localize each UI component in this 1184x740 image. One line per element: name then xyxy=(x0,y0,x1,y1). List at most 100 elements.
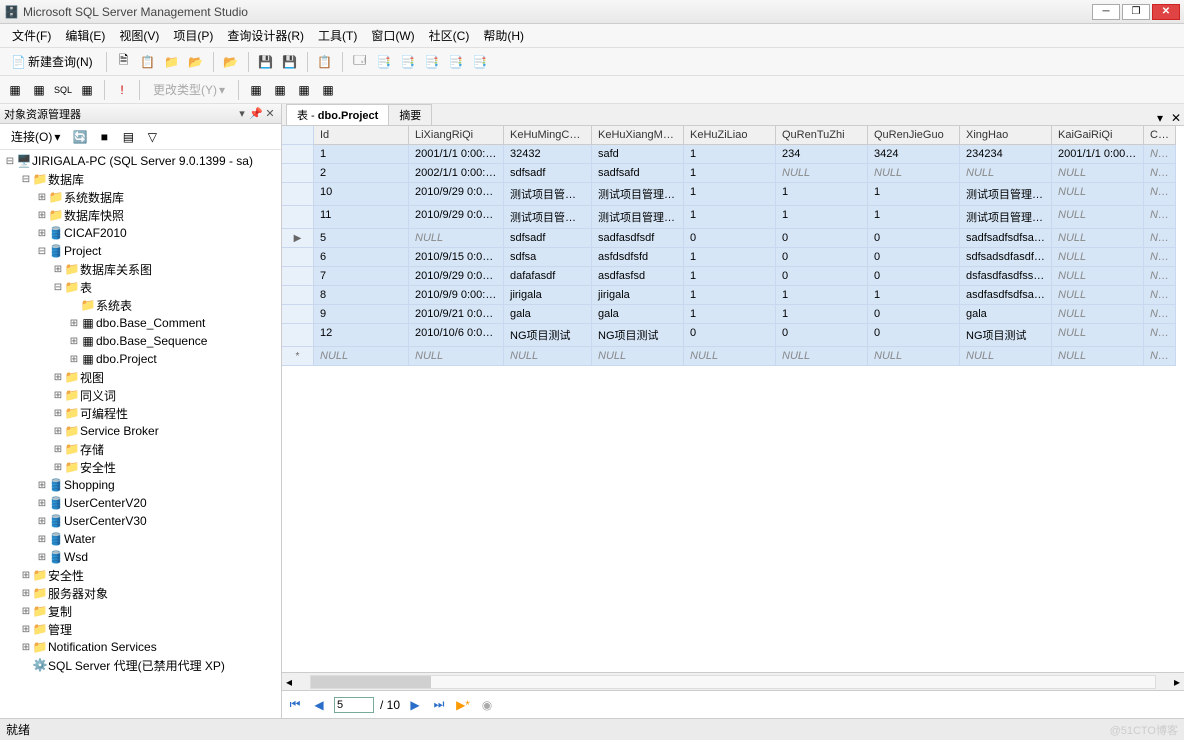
data-cell[interactable]: 2 xyxy=(314,164,409,183)
data-cell[interactable]: 1 xyxy=(684,145,776,164)
column-header[interactable]: KeHuMingCheng xyxy=(504,126,592,145)
toolbar-icon[interactable]: ▦ xyxy=(4,79,26,101)
data-cell[interactable]: NULL xyxy=(1052,347,1144,366)
expand-icon[interactable]: ⊟ xyxy=(52,282,64,293)
db-diagrams[interactable]: ⊞📁数据库关系图 xyxy=(0,260,281,278)
data-cell[interactable]: jirigala xyxy=(592,286,684,305)
data-cell[interactable]: 2001/1/1 0:00:00 xyxy=(1052,145,1144,164)
expand-icon[interactable]: ⊞ xyxy=(52,372,64,383)
management-node[interactable]: ⊞📁管理 xyxy=(0,620,281,638)
row-selector[interactable] xyxy=(282,286,314,305)
tab-table[interactable]: 表 - dbo.Project xyxy=(286,104,389,125)
db-cicaf[interactable]: ⊞🛢️CICAF2010 xyxy=(0,224,281,242)
data-cell[interactable]: 1 xyxy=(684,164,776,183)
data-cell[interactable]: NULL xyxy=(1144,324,1176,347)
data-cell[interactable]: NULL xyxy=(409,229,504,248)
data-cell[interactable]: 测试项目管理01y xyxy=(592,183,684,206)
data-cell[interactable]: 1 xyxy=(684,305,776,324)
row-selector[interactable] xyxy=(282,305,314,324)
data-cell[interactable]: NULL xyxy=(1052,248,1144,267)
column-header[interactable]: KaiGaiRiQi xyxy=(1052,126,1144,145)
data-cell[interactable]: sdfsadf xyxy=(504,229,592,248)
db-wsd[interactable]: ⊞🛢️Wsd xyxy=(0,548,281,566)
refresh-icon[interactable]: 🔄 xyxy=(69,126,91,148)
expand-icon[interactable]: ⊞ xyxy=(36,498,48,509)
pin-icon[interactable]: 📌 xyxy=(249,107,263,120)
expand-icon[interactable]: ⊞ xyxy=(36,534,48,545)
filter-icon[interactable]: ▤ xyxy=(117,126,139,148)
last-record-icon[interactable]: ⏭ xyxy=(430,696,448,714)
table-row[interactable]: 72010/9/29 0:00:00dafafasdfasdfasfsd100d… xyxy=(282,267,1184,286)
db-security[interactable]: ⊞📁安全性 xyxy=(0,458,281,476)
tab-dropdown-icon[interactable]: ▾ xyxy=(1152,111,1168,125)
data-cell[interactable]: NULL xyxy=(1052,164,1144,183)
expand-icon[interactable]: ⊞ xyxy=(36,228,48,239)
column-header[interactable]: ChuY xyxy=(1144,126,1176,145)
data-cell[interactable]: 3424 xyxy=(868,145,960,164)
data-cell[interactable]: NULL xyxy=(1052,324,1144,347)
expand-icon[interactable]: ⊞ xyxy=(20,606,32,617)
data-cell[interactable]: 11 xyxy=(314,206,409,229)
db-tables[interactable]: ⊟📁表 xyxy=(0,278,281,296)
system-databases[interactable]: ⊞📁系统数据库 xyxy=(0,188,281,206)
data-cell[interactable]: 2010/10/6 0:00:00 xyxy=(409,324,504,347)
security-node[interactable]: ⊞📁安全性 xyxy=(0,566,281,584)
data-cell[interactable]: 2001/1/1 0:00:00 xyxy=(409,145,504,164)
data-cell[interactable]: NG项目测试 xyxy=(504,324,592,347)
data-cell[interactable]: 32432 xyxy=(504,145,592,164)
data-cell[interactable]: 测试项目管理0... xyxy=(504,206,592,229)
data-cell[interactable]: 9 xyxy=(314,305,409,324)
scroll-right-icon[interactable]: ▸ xyxy=(1170,675,1184,689)
row-selector[interactable]: ▶ xyxy=(282,229,314,248)
stop-icon[interactable]: ◉ xyxy=(478,696,496,714)
dropdown-icon[interactable]: ▾ xyxy=(235,107,249,120)
data-cell[interactable]: NULL xyxy=(1144,267,1176,286)
data-cell[interactable]: NULL xyxy=(1144,305,1176,324)
toolbar-icon[interactable]: 📁 xyxy=(161,51,183,73)
row-selector[interactable] xyxy=(282,267,314,286)
data-cell[interactable]: NULL xyxy=(1144,229,1176,248)
menu-edit[interactable]: 编辑(E) xyxy=(59,25,111,46)
data-cell[interactable]: NULL xyxy=(868,164,960,183)
data-grid[interactable]: IdLiXiangRiQiKeHuMingChengKeHuXiangMuMi.… xyxy=(282,126,1184,672)
data-cell[interactable]: 2010/9/21 0:00:00 xyxy=(409,305,504,324)
db-servicebroker[interactable]: ⊞📁Service Broker xyxy=(0,422,281,440)
prev-record-icon[interactable]: ◀ xyxy=(310,696,328,714)
data-cell[interactable]: sadfasdfsdf xyxy=(592,229,684,248)
table-row[interactable]: 112010/9/29 0:00:00测试项目管理0...测试项目管理0...1… xyxy=(282,206,1184,229)
table-project[interactable]: ⊞▦dbo.Project xyxy=(0,350,281,368)
menu-project[interactable]: 项目(P) xyxy=(167,25,219,46)
data-cell[interactable]: NG项目测试 xyxy=(592,324,684,347)
saveall-icon[interactable]: 💾 xyxy=(279,51,301,73)
toolbar-icon[interactable]: ▦ xyxy=(317,79,339,101)
databases-node[interactable]: ⊟📁数据库 xyxy=(0,170,281,188)
toolbar-icon[interactable]: 📋 xyxy=(314,51,336,73)
data-cell[interactable]: 2002/1/1 0:00:00 xyxy=(409,164,504,183)
toolbar-icon[interactable]: 📋 xyxy=(137,51,159,73)
db-project[interactable]: ⊟🛢️Project xyxy=(0,242,281,260)
row-selector[interactable] xyxy=(282,206,314,229)
server-node[interactable]: ⊟🖥️JIRIGALA-PC (SQL Server 9.0.1399 - sa… xyxy=(0,152,281,170)
expand-icon[interactable]: ⊞ xyxy=(68,318,80,329)
toolbar-icon[interactable]: 📑 xyxy=(469,51,491,73)
menu-tools[interactable]: 工具(T) xyxy=(312,25,363,46)
data-cell[interactable]: 0 xyxy=(868,305,960,324)
expand-icon[interactable]: ⊞ xyxy=(20,570,32,581)
data-cell[interactable]: 2010/9/15 0:00:00 xyxy=(409,248,504,267)
expand-icon[interactable]: ⊞ xyxy=(52,426,64,437)
data-cell[interactable]: 234234 xyxy=(960,145,1052,164)
data-cell[interactable]: 1 xyxy=(868,286,960,305)
expand-icon[interactable]: ⊞ xyxy=(36,210,48,221)
new-row[interactable]: *NULLNULLNULLNULLNULLNULLNULLNULLNULLNUL… xyxy=(282,347,1184,366)
expand-icon[interactable]: ⊞ xyxy=(52,462,64,473)
save-icon[interactable]: 💾 xyxy=(255,51,277,73)
data-cell[interactable]: asfdsdfsfd xyxy=(592,248,684,267)
toolbar-icon[interactable]: ▦ xyxy=(269,79,291,101)
data-cell[interactable]: 0 xyxy=(868,267,960,286)
data-cell[interactable]: NULL xyxy=(1052,286,1144,305)
sql-agent[interactable]: ⚙️SQL Server 代理(已禁用代理 XP) xyxy=(0,656,281,674)
maximize-button[interactable]: ❐ xyxy=(1122,4,1150,20)
table-row[interactable]: 12001/1/1 0:00:0032432safd12343424234234… xyxy=(282,145,1184,164)
row-selector[interactable] xyxy=(282,248,314,267)
horizontal-scrollbar[interactable]: ◂ ▸ xyxy=(282,672,1184,690)
